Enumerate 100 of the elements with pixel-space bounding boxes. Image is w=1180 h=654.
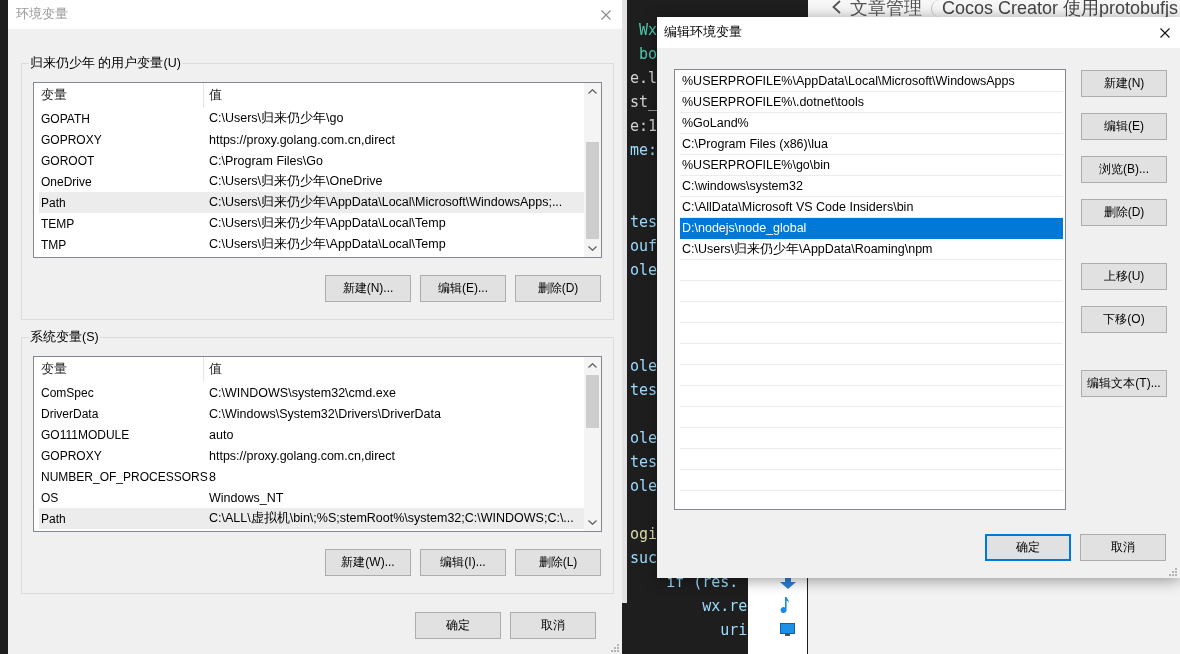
variable-value: C:\Program Files\Go — [209, 153, 323, 168]
list-row[interactable]: GO111MODULE auto — [39, 424, 584, 445]
move-up-button[interactable]: 上移(U) — [1081, 263, 1167, 290]
list-view[interactable] — [33, 356, 602, 532]
code-text: st_ — [630, 92, 658, 113]
group-label: 系统变量(S) — [29, 329, 100, 346]
monitor-icon[interactable] — [780, 623, 795, 636]
variable-name: GOROOT — [41, 153, 95, 168]
variable-name: GOPROXY — [41, 132, 102, 147]
code-text: ouf — [630, 236, 658, 257]
ok-button[interactable]: 确定 — [985, 534, 1071, 561]
variable-name: DriverData — [41, 406, 99, 421]
list-row[interactable]: NUMBER_OF_PROCESSORS8 — [39, 466, 584, 487]
variable-name: GOPATH — [41, 111, 90, 126]
variable-value: Windows_NT — [209, 490, 284, 505]
code-text: suc — [630, 548, 658, 569]
list-row[interactable]: GOPROXY https://proxy.golang.com.cn,direct — [39, 129, 584, 150]
list-row[interactable]: ComSpec C:\WINDOWS\system32\cmd.exe — [39, 382, 584, 403]
list-row[interactable]: TMP C:\Users\归来仍少年\AppData\Local\Temp — [39, 234, 584, 255]
scrollbar-thumb[interactable] — [586, 142, 599, 239]
window-title: 环境变量 — [16, 6, 68, 23]
variable-name: TMP — [41, 237, 67, 252]
list-row[interactable]: GOPROXY https://proxy.golang.com.cn,direct — [39, 445, 584, 466]
list-row[interactable]: GOROOT C:\Program Files\Go — [39, 150, 584, 171]
variable-value: C:\WINDOWS\system32\cmd.exe — [209, 385, 396, 400]
path-entry[interactable]: D:\nodejs\node_global — [680, 218, 1063, 239]
chevron-left-icon[interactable] — [832, 0, 841, 14]
list-row[interactable]: Path C:\ALL\虚拟机\bin\;%S;stemRoot%\system32;C:\WINDOWS;C:\... — [39, 508, 584, 529]
variable-name: TEMP — [41, 216, 75, 231]
chevron-up-icon[interactable] — [588, 363, 597, 368]
code-text: uri — [720, 620, 748, 641]
list-row[interactable]: DriverData C:\Windows\System32\Drivers\DriverData — [39, 403, 584, 424]
variable-value: auto — [209, 427, 234, 442]
variable-value: C:\Windows\System32\Drivers\DriverData — [209, 406, 441, 421]
variable-name: OneDrive — [41, 174, 92, 189]
variable-name: Path — [41, 195, 66, 210]
down-arrow-icon[interactable] — [780, 578, 796, 589]
scrollbar[interactable] — [584, 357, 601, 531]
code-text: ole — [630, 428, 658, 449]
code-text: e:1 — [630, 116, 658, 137]
variable-value: 8 — [209, 469, 216, 484]
variable-value: C:\Users\归来仍少年\AppData\Local\Microsoft\WindowsApps;... — [209, 195, 563, 209]
code-text: tes — [630, 452, 658, 473]
cancel-button[interactable]: 取消 — [510, 612, 596, 639]
browse-button[interactable]: 浏览(B)... — [1081, 156, 1167, 183]
variable-name: ComSpec — [41, 385, 94, 400]
list-row[interactable]: GOPATH C:\Users\归来仍少年\go — [39, 108, 584, 129]
cancel-button[interactable]: 取消 — [1080, 534, 1166, 561]
code-text: me: — [630, 140, 658, 161]
chevron-down-icon[interactable] — [588, 520, 597, 525]
variable-value: C:\ALL\虚拟机\bin\;%S;stemRoot%\system32;C:\WINDOWS;C:\... — [209, 511, 574, 525]
variable-name: GOPROXY — [41, 448, 102, 463]
variable-name: GO111MODULE — [41, 427, 130, 442]
variable-name: Path — [41, 511, 66, 526]
code-text: tes — [630, 212, 658, 233]
list-row[interactable]: TEMP C:\Users\归来仍少年\AppData\Local\Temp — [39, 213, 584, 234]
close-icon[interactable] — [1160, 27, 1170, 38]
new-button[interactable]: 新建(W)... — [325, 549, 411, 576]
variable-name: NUMBER_OF_PROCESSORS — [41, 469, 208, 484]
scrollbar[interactable] — [584, 83, 601, 257]
list-view[interactable] — [33, 82, 602, 258]
list-row[interactable]: OS Windows_NT — [39, 487, 584, 508]
edit-button[interactable]: 编辑(E) — [1081, 113, 1167, 140]
edit-button[interactable]: 编辑(E)... — [420, 275, 506, 302]
column-header[interactable]: 值 — [209, 87, 222, 104]
code-text: bo — [639, 44, 658, 65]
window-title: 编辑环境变量 — [664, 24, 742, 41]
path-list[interactable] — [674, 69, 1066, 510]
column-header[interactable]: 变量 — [41, 87, 67, 104]
code-text: wx.re — [702, 596, 748, 617]
delete-button[interactable]: 删除(D) — [1081, 199, 1167, 226]
list-row[interactable]: Path C:\Users\归来仍少年\AppData\Local\Microsoft\WindowsApps;... — [39, 192, 584, 213]
variable-value: C:\Users\归来仍少年\AppData\Local\Temp — [209, 237, 446, 251]
code-text: tes — [630, 380, 658, 401]
list-row[interactable]: OneDrive C:\Users\归来仍少年\OneDrive — [39, 171, 584, 192]
code-text: ole — [630, 356, 658, 377]
column-header[interactable]: 值 — [209, 361, 222, 378]
new-button[interactable]: 新建(N) — [1081, 70, 1167, 97]
new-button[interactable]: 新建(N)... — [325, 275, 411, 302]
variable-value: C:\Users\归来仍少年\OneDrive — [209, 174, 383, 188]
variable-value: https://proxy.golang.com.cn,direct — [209, 132, 395, 147]
chevron-up-icon[interactable] — [588, 89, 597, 94]
chevron-down-icon[interactable] — [588, 246, 597, 251]
code-text: ogi — [630, 524, 658, 545]
music-note-icon[interactable] — [780, 597, 789, 613]
column-header[interactable]: 变量 — [41, 361, 67, 378]
delete-button[interactable]: 删除(L) — [515, 549, 601, 576]
resize-grip-icon[interactable] — [611, 644, 619, 652]
code-text: Wx — [639, 20, 658, 41]
ok-button[interactable]: 确定 — [415, 612, 501, 639]
delete-button[interactable]: 删除(D) — [515, 275, 601, 302]
edit-text-button[interactable]: 编辑文本(T)... — [1081, 370, 1167, 397]
move-down-button[interactable]: 下移(O) — [1081, 306, 1167, 333]
code-text: ole — [630, 260, 658, 281]
variable-value: C:\Users\归来仍少年\go — [209, 111, 344, 125]
scrollbar-thumb[interactable] — [586, 375, 599, 428]
variable-value: C:\Users\归来仍少年\AppData\Local\Temp — [209, 216, 446, 230]
edit-button[interactable]: 编辑(I)... — [420, 549, 506, 576]
code-text: e.l — [630, 68, 658, 89]
resize-grip-icon[interactable] — [1169, 568, 1177, 576]
